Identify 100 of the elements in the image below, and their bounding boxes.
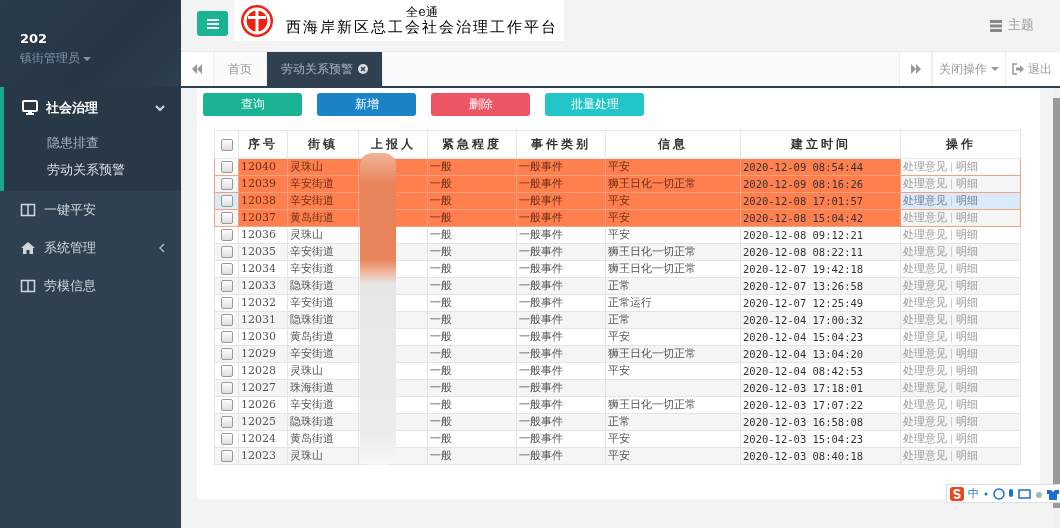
table-cell: 灵珠山 — [290, 364, 323, 377]
menu-item[interactable]: 系统管理 — [0, 229, 181, 267]
toolbar-button[interactable]: 删除 — [431, 93, 530, 116]
menu-item[interactable]: 一键平安 — [0, 191, 181, 229]
action-link[interactable]: 处理意见 — [903, 364, 947, 377]
close-tabs-dropdown[interactable]: 关闭操作 — [932, 52, 1005, 86]
action-link[interactable]: 明细 — [956, 347, 978, 360]
action-link[interactable]: 明细 — [956, 211, 978, 224]
action-link[interactable]: 处理意见 — [903, 313, 947, 326]
action-link[interactable]: 明细 — [956, 313, 978, 326]
row-checkbox[interactable] — [220, 314, 233, 326]
page-tab[interactable]: 劳动关系预警 — [267, 52, 383, 86]
row-checkbox[interactable] — [220, 433, 233, 445]
table-cell: 一般 — [430, 194, 452, 207]
action-link[interactable]: 处理意见 — [903, 449, 947, 462]
table-cell: 灵珠山 — [290, 228, 323, 241]
row-checkbox[interactable] — [220, 246, 233, 258]
ime-mode-indicator[interactable]: 中 — [968, 486, 979, 501]
row-checkbox[interactable] — [220, 212, 233, 224]
table-cell: 12026 — [241, 398, 276, 411]
table-cell: 一般事件 — [519, 432, 563, 445]
row-checkbox[interactable] — [220, 382, 233, 394]
toolbar-button[interactable]: 新增 — [317, 93, 416, 116]
scroll-tabs-right-button[interactable] — [899, 52, 932, 86]
table-cell: 辛安街道 — [290, 194, 334, 207]
action-link[interactable]: 处理意见 — [903, 398, 947, 411]
action-link[interactable]: 明细 — [956, 245, 978, 258]
action-link[interactable]: 明细 — [956, 364, 978, 377]
columns-icon — [20, 202, 36, 218]
toolbar-button[interactable]: 批量处理 — [545, 93, 644, 116]
close-icon — [358, 64, 368, 74]
action-link[interactable]: 明细 — [956, 381, 978, 394]
action-link[interactable]: 明细 — [956, 330, 978, 343]
toolbar-button[interactable]: 查询 — [203, 93, 302, 116]
action-link[interactable]: 处理意见 — [903, 347, 947, 360]
row-checkbox[interactable] — [220, 263, 233, 275]
row-checkbox[interactable] — [220, 178, 233, 190]
action-link[interactable]: 明细 — [956, 177, 978, 190]
row-checkbox[interactable] — [220, 450, 233, 462]
menu-item[interactable]: 劳模信息 — [0, 267, 181, 305]
action-link[interactable]: 处理意见 — [903, 211, 947, 224]
action-link[interactable]: 处理意见 — [903, 177, 947, 190]
user-role-dropdown[interactable]: 镇街管理员 — [20, 50, 91, 67]
logout-link[interactable]: 退出 — [1005, 52, 1060, 86]
table-cell: 12040 — [241, 160, 276, 173]
table-cell: 一般 — [430, 245, 452, 258]
row-checkbox[interactable] — [220, 331, 233, 343]
select-all-checkbox[interactable] — [220, 139, 233, 151]
submenu-item[interactable]: 劳动关系预警 — [4, 156, 181, 183]
row-checkbox[interactable] — [220, 280, 233, 292]
table-cell: 辛安街道 — [290, 245, 334, 258]
theme-button[interactable]: 主题 — [990, 17, 1034, 34]
scroll-tabs-left-button[interactable] — [181, 52, 214, 86]
row-checkbox[interactable] — [220, 365, 233, 377]
table-cell: 一般 — [430, 330, 452, 343]
menu-icon — [206, 18, 219, 29]
action-link[interactable]: 处理意见 — [903, 160, 947, 173]
action-link[interactable]: 明细 — [956, 296, 978, 309]
menu-button[interactable] — [197, 11, 228, 36]
action-link[interactable]: 明细 — [956, 449, 978, 462]
action-link[interactable]: 明细 — [956, 398, 978, 411]
table-cell: 2020-12-09 08:54:44 — [743, 161, 864, 173]
table-cell: 平安 — [608, 211, 630, 224]
row-checkbox[interactable] — [220, 161, 233, 173]
table-cell: 平安 — [608, 160, 630, 173]
logo-subtitle: 西海岸新区总工会社会治理工作平台 — [286, 18, 558, 36]
columns-icon — [20, 278, 36, 294]
action-link[interactable]: 明细 — [956, 194, 978, 207]
table-cell: 狮王日化一切正常 — [608, 245, 696, 258]
action-link[interactable]: 明细 — [956, 415, 978, 428]
scrollbar-thumb[interactable] — [1053, 98, 1060, 508]
action-link[interactable]: 处理意见 — [903, 279, 947, 292]
row-checkbox[interactable] — [220, 416, 233, 428]
action-link[interactable]: 处理意见 — [903, 415, 947, 428]
table-cell: 12035 — [241, 245, 276, 258]
action-link[interactable]: 明细 — [956, 279, 978, 292]
row-checkbox[interactable] — [220, 399, 233, 411]
table-cell: 一般事件 — [519, 313, 563, 326]
action-link[interactable]: 处理意见 — [903, 228, 947, 241]
action-link[interactable]: 处理意见 — [903, 296, 947, 309]
row-checkbox[interactable] — [220, 229, 233, 241]
action-link[interactable]: 明细 — [956, 160, 978, 173]
row-checkbox[interactable] — [220, 297, 233, 309]
action-link[interactable]: 处理意见 — [903, 245, 947, 258]
action-link[interactable]: 处理意见 — [903, 381, 947, 394]
table-cell: 一般事件 — [519, 381, 563, 394]
action-link[interactable]: 处理意见 — [903, 262, 947, 275]
row-checkbox[interactable] — [220, 195, 233, 207]
submenu-item[interactable]: 隐患排查 — [4, 129, 181, 156]
action-link[interactable]: 处理意见 — [903, 432, 947, 445]
table-cell: 12036 — [241, 228, 276, 241]
action-link[interactable]: 明细 — [956, 432, 978, 445]
action-link[interactable]: 明细 — [956, 262, 978, 275]
table-cell: 一般 — [430, 347, 452, 360]
action-link[interactable]: 处理意见 — [903, 330, 947, 343]
table-cell: 隐珠街道 — [290, 313, 334, 326]
action-link[interactable]: 明细 — [956, 228, 978, 241]
row-checkbox[interactable] — [220, 348, 233, 360]
menu-item[interactable]: 社会治理 — [4, 87, 181, 129]
action-link[interactable]: 处理意见 — [903, 194, 947, 207]
